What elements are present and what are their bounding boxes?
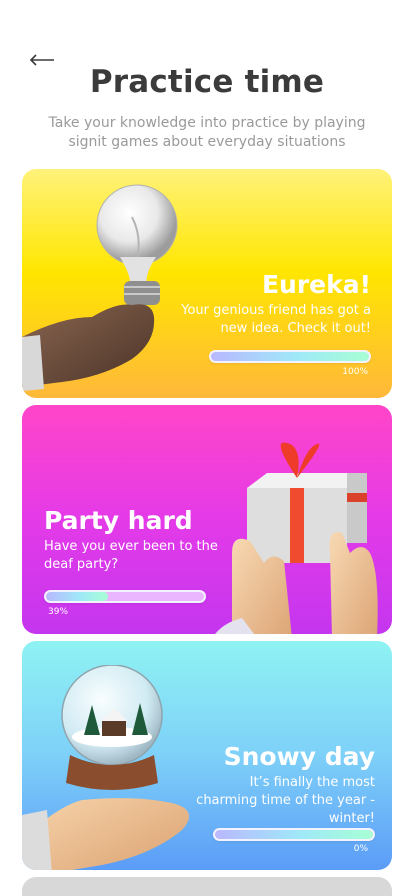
- progress-bar: [213, 828, 375, 841]
- progress-fill: [211, 352, 369, 361]
- progress-bar: [44, 590, 206, 603]
- progress-fill: [215, 830, 373, 839]
- game-card-eureka[interactable]: Eureka! Your genious friend has got a ne…: [22, 169, 392, 398]
- lightbulb-in-hand-icon: [22, 184, 178, 391]
- card-title: Snowy day: [223, 742, 375, 771]
- card-description: Have you ever been to the deaf party?: [44, 539, 218, 572]
- progress-label: 39%: [48, 607, 69, 617]
- card-title: Party hard: [44, 506, 193, 535]
- game-card-next[interactable]: [22, 877, 392, 896]
- gift-box-in-hands-icon: [215, 442, 378, 634]
- progress-label: 100%: [342, 367, 368, 377]
- page-subtitle: Take your knowledge into practice by pla…: [48, 115, 366, 150]
- game-card-party-hard[interactable]: Party hard Have you ever been to the dea…: [22, 405, 392, 634]
- card-title: Eureka!: [261, 270, 371, 299]
- progress-fill: [46, 592, 108, 601]
- progress-bar: [209, 350, 371, 363]
- snow-globe-in-hand-icon: [22, 665, 190, 870]
- progress-label: 0%: [353, 844, 368, 854]
- card-description: It’s finally the most charming time of t…: [196, 775, 375, 826]
- page-title: Practice time: [89, 64, 325, 100]
- game-card-snowy-day[interactable]: Snowy day It’s finally the most charming…: [22, 641, 392, 870]
- card-description: Your genious friend has got a new idea. …: [181, 303, 371, 336]
